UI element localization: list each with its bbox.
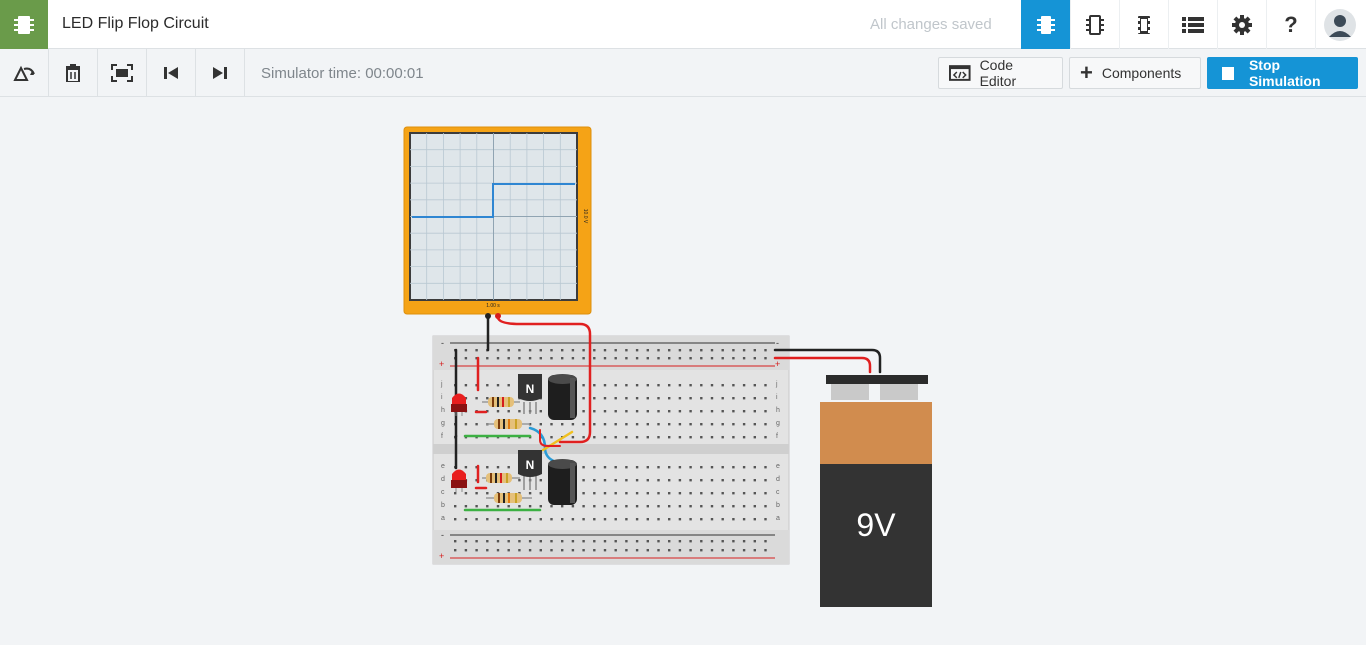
battery-top-label-area [820, 402, 932, 464]
settings-icon [1232, 14, 1252, 35]
svg-text:g: g [776, 420, 780, 427]
bill-of-materials-button[interactable] [1168, 0, 1217, 49]
circuit-board-icon [14, 15, 34, 34]
app-logo[interactable] [0, 0, 48, 49]
breadboard-center-channel [433, 444, 789, 454]
capacitor-bottom[interactable] [548, 459, 577, 505]
user-avatar-icon [1324, 8, 1356, 41]
schematic-view-icon [1086, 14, 1104, 35]
toolbar: Simulator time: 00:00:01 Code Editor + C… [0, 49, 1366, 97]
view-switcher: ? [1021, 0, 1364, 49]
svg-text:a: a [441, 515, 445, 522]
component-list-button[interactable] [1119, 0, 1168, 49]
plus-icon: + [1080, 60, 1093, 85]
component-list-icon [1136, 15, 1152, 34]
user-menu-button[interactable] [1315, 0, 1364, 49]
help-icon: ? [1284, 11, 1298, 37]
code-editor-button[interactable]: Code Editor [938, 57, 1063, 89]
rail-plus-label-top: + [439, 359, 444, 369]
help-button[interactable]: ? [1266, 0, 1315, 49]
wire-battery-negative [773, 348, 882, 374]
volts-per-division-label: 10.0 V [582, 209, 588, 224]
restart-simulation-button[interactable] [147, 49, 196, 97]
breadboard[interactable]: - + - + - + j i h g f e d c b a j i h g [432, 335, 790, 565]
battery-terminal-right [880, 384, 918, 400]
svg-text:a: a [776, 515, 780, 522]
svg-text:d: d [776, 476, 780, 483]
battery-9v[interactable]: 9V [820, 375, 932, 607]
circuit-view-button[interactable] [1021, 0, 1070, 49]
transistor-top-label: N [526, 382, 535, 396]
skip-forward-icon [213, 67, 227, 79]
trash-icon [66, 64, 80, 82]
svg-text:d: d [441, 476, 445, 483]
stop-simulation-button[interactable]: Stop Simulation [1207, 57, 1358, 89]
simulator-time: Simulator time: 00:00:01 [261, 65, 424, 82]
schematic-view-button[interactable] [1070, 0, 1119, 49]
top-bar: LED Flip Flop Circuit All changes saved [0, 0, 1366, 49]
battery-clip [826, 375, 928, 384]
circuit-view-icon [1036, 15, 1055, 34]
svg-text:j: j [775, 381, 778, 388]
capacitor-top[interactable] [548, 374, 577, 420]
rail-minus-label-top: - [441, 338, 444, 348]
skip-back-icon [164, 67, 178, 79]
stop-icon [1222, 66, 1234, 80]
svg-text:f: f [441, 433, 443, 440]
rotate-button[interactable] [0, 49, 49, 97]
svg-text:c: c [776, 489, 780, 496]
svg-text:b: b [441, 502, 445, 509]
svg-text:e: e [776, 463, 780, 470]
rail-plus-label-bottom: + [439, 551, 444, 561]
code-editor-label: Code Editor [979, 57, 1017, 89]
svg-text:j: j [440, 381, 443, 388]
time-per-division-label: 1.00 s [486, 303, 500, 309]
components-label: Components [1101, 65, 1182, 81]
rail-minus-label-right: - [776, 338, 779, 348]
battery-terminal-left [831, 384, 869, 400]
components-button[interactable]: + Components [1069, 57, 1201, 89]
design-title[interactable]: LED Flip Flop Circuit [62, 15, 209, 33]
svg-text:e: e [441, 463, 445, 470]
code-editor-icon [949, 65, 971, 81]
rail-plus-label-right: + [775, 359, 780, 369]
save-status: All changes saved [870, 16, 992, 33]
battery-voltage-label: 9V [856, 507, 896, 543]
svg-text:h: h [776, 407, 780, 414]
svg-text:b: b [776, 502, 780, 509]
svg-text:h: h [441, 407, 445, 414]
svg-text:g: g [441, 420, 445, 427]
step-forward-button[interactable] [196, 49, 245, 97]
fit-to-view-icon [111, 64, 133, 82]
zoom-to-fit-button[interactable] [98, 49, 147, 97]
delete-button[interactable] [49, 49, 98, 97]
list-icon [1182, 16, 1204, 33]
stop-simulation-label: Stop Simulation [1248, 57, 1321, 89]
svg-text:f: f [776, 433, 778, 440]
transistor-bottom-label: N [526, 458, 535, 472]
circuit-canvas[interactable]: 1.00 s 10.0 V - + - + - + j i h g f e d … [0, 98, 1366, 640]
rail-minus-label-bottom: - [441, 530, 444, 540]
rotate-icon [13, 65, 35, 81]
svg-text:c: c [441, 489, 445, 496]
oscilloscope[interactable]: 1.00 s 10.0 V [403, 126, 592, 319]
settings-button[interactable] [1217, 0, 1266, 49]
